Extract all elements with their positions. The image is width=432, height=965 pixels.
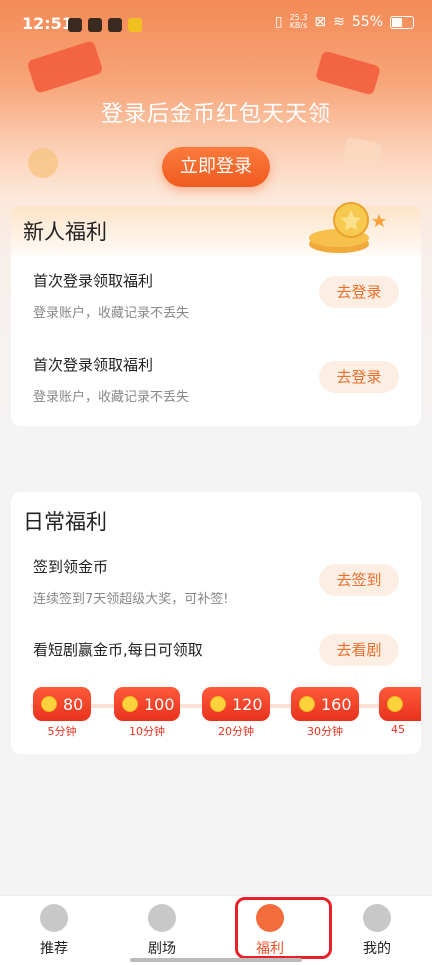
reward-chip[interactable]: 120 xyxy=(202,687,270,721)
reward-time-label: 45 xyxy=(391,723,405,736)
gold-coin-decoration xyxy=(28,148,58,178)
coin-icon xyxy=(299,696,315,712)
film-reel-icon xyxy=(148,904,176,932)
reward-chip[interactable]: 160 xyxy=(291,687,359,721)
envelope-decoration xyxy=(341,136,383,172)
network-speed-unit: KB/s xyxy=(289,21,308,30)
reward-value: 160 xyxy=(321,694,352,714)
sim-icon: ⊠ xyxy=(314,14,327,30)
tab-label: 我的 xyxy=(363,941,391,957)
network-speed: 25.3 KB/s xyxy=(290,14,308,30)
reward-value: 120 xyxy=(232,694,263,714)
task-title: 首次登录领取福利 xyxy=(33,272,154,290)
reward-chip[interactable]: 80 xyxy=(33,687,91,721)
wifi-icon: ≋ xyxy=(333,14,345,30)
reward-time-label: 5分钟 xyxy=(47,725,77,738)
task-title: 首次登录领取福利 xyxy=(33,356,154,374)
reward-time-label: 30分钟 xyxy=(307,725,343,738)
task-subtitle: 登录账户，收藏记录不丢失 xyxy=(33,306,190,321)
flame-icon xyxy=(40,904,68,932)
coin-icon xyxy=(122,696,138,712)
camera-app-icon xyxy=(128,18,142,32)
vibrate-icon: ▯ xyxy=(274,14,283,30)
section-title: 新人福利 xyxy=(23,220,107,244)
reward-value: 100 xyxy=(144,694,175,714)
mail-icon xyxy=(88,18,102,32)
status-right: ▯ 25.3 KB/s ⊠ ≋ 55% xyxy=(275,14,414,30)
coin-icon xyxy=(41,696,57,712)
newbie-welfare-section: 新人福利 首次登录领取福利 登录账户，收藏记录不丢失 去登录 首次登录领取福利 … xyxy=(11,202,421,426)
daily-welfare-section: 日常福利 签到领金币 连续签到7天领超级大奖，可补签! 去签到 看短剧赢金币,每… xyxy=(11,492,421,754)
go-login-button[interactable]: 去登录 xyxy=(319,361,399,393)
notification-icons xyxy=(68,18,142,32)
checkin-title: 签到领金币 xyxy=(33,558,109,576)
gold-coins-icon xyxy=(309,202,386,253)
go-watch-button[interactable]: 去看剧 xyxy=(319,634,399,666)
go-login-button[interactable]: 去登录 xyxy=(319,276,399,308)
reward-value: 80 xyxy=(63,694,84,714)
status-bar: 12:51 ▯ 25.3 KB/s ⊠ ≋ 55% xyxy=(0,12,432,40)
tab-label: 推荐 xyxy=(40,941,68,957)
status-time: 12:51 xyxy=(22,14,73,33)
tab-theater[interactable]: 剧场 xyxy=(127,904,197,958)
home-indicator[interactable] xyxy=(130,958,302,962)
coin-icon xyxy=(210,696,226,712)
coin-icon xyxy=(387,696,403,712)
reward-chip[interactable]: 100 xyxy=(114,687,180,721)
reward-time-label: 20分钟 xyxy=(218,725,254,738)
app-notification-icon xyxy=(68,18,82,32)
highlight-box xyxy=(235,897,332,959)
task-subtitle: 登录账户，收藏记录不丢失 xyxy=(33,390,190,405)
reward-time-label: 10分钟 xyxy=(129,725,165,738)
red-envelope-decoration xyxy=(26,40,104,94)
go-checkin-button[interactable]: 去签到 xyxy=(319,564,399,596)
red-envelope-decoration xyxy=(315,50,381,96)
section-title: 日常福利 xyxy=(23,510,107,534)
battery-icon xyxy=(390,15,414,29)
login-now-button[interactable]: 立即登录 xyxy=(162,147,270,187)
tab-mine[interactable]: 我的 xyxy=(342,904,412,958)
tab-recommend[interactable]: 推荐 xyxy=(19,904,89,958)
tab-label: 剧场 xyxy=(148,941,176,957)
watch-drama-title: 看短剧赢金币,每日可领取 xyxy=(33,641,203,659)
reward-chip[interactable] xyxy=(379,687,421,721)
hero-headline: 登录后金币红包天天领 xyxy=(100,102,331,127)
checkin-subtitle: 连续签到7天领超级大奖，可补签! xyxy=(33,592,229,607)
newbie-task-card: 首次登录领取福利 登录账户，收藏记录不丢失 去登录 首次登录领取福利 登录账户，… xyxy=(11,256,421,426)
battery-percent: 55% xyxy=(351,14,383,30)
video-app-icon xyxy=(108,18,122,32)
profile-face-icon xyxy=(363,904,391,932)
bottom-tab-bar: 推荐 剧场 福利 我的 xyxy=(0,895,432,965)
